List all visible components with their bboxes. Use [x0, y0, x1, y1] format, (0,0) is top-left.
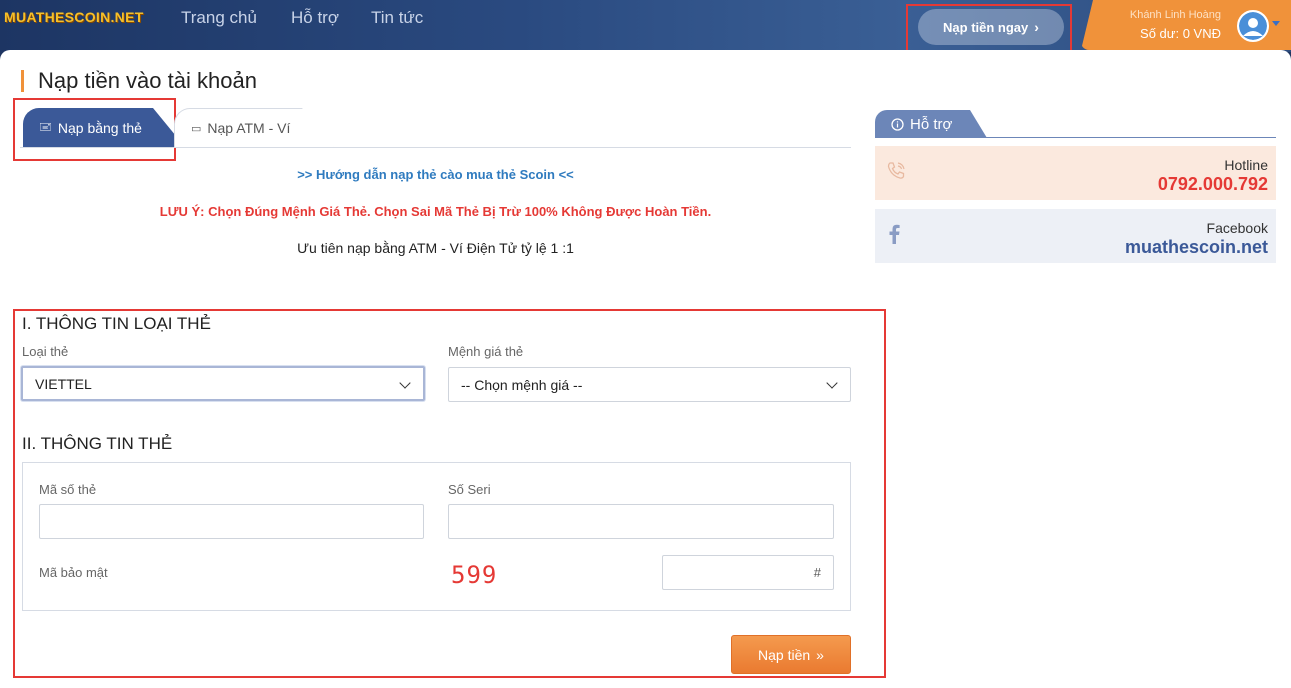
site-logo[interactable]: MUATHESCOIN.NET — [4, 9, 144, 25]
phone-icon — [887, 162, 905, 179]
facebook-link[interactable]: muathescoin.net — [1125, 237, 1268, 258]
nav-home[interactable]: Trang chủ — [181, 8, 257, 28]
captcha-placeholder: # — [813, 565, 821, 580]
deposit-now-label: Nạp tiền ngay — [943, 19, 1029, 35]
chevron-right-icon: › — [1034, 19, 1039, 35]
support-divider — [875, 137, 1276, 138]
facebook-icon — [889, 224, 900, 244]
facebook-label: Facebook — [1206, 220, 1268, 236]
user-balance: Số dư: 0 VNĐ — [1140, 26, 1221, 41]
caret-down-icon[interactable] — [1272, 21, 1280, 26]
submit-label: Nạp tiền — [758, 646, 811, 663]
card-type-value: VIETTEL — [35, 375, 92, 392]
tab-divider — [20, 147, 851, 148]
user-name: Khánh Linh Hoàng — [1129, 9, 1221, 21]
tab-highlight — [13, 98, 176, 161]
facebook-card[interactable]: Facebook muathescoin.net — [875, 209, 1276, 263]
card-code-input[interactable] — [39, 504, 424, 539]
denomination-label: Mệnh giá thẻ — [448, 344, 524, 359]
section-card-info-title: II. THÔNG TIN THẺ — [22, 434, 173, 453]
card-type-select[interactable]: VIETTEL — [21, 366, 425, 401]
user-avatar-icon — [1239, 12, 1267, 40]
tab-atm-deposit[interactable]: ▭ Nạp ATM - Ví — [174, 108, 334, 147]
submit-deposit-button[interactable]: Nạp tiền » — [731, 635, 851, 674]
section-card-type-title: I. THÔNG TIN LOẠI THẺ — [22, 314, 211, 333]
serial-label: Số Seri — [448, 482, 491, 497]
deposit-now-button[interactable]: Nạp tiền ngay › — [918, 9, 1064, 45]
double-chevron-right-icon: » — [816, 646, 824, 663]
nav-support[interactable]: Hỗ trợ — [291, 8, 339, 28]
chevron-down-icon — [399, 377, 411, 389]
support-tab[interactable]: Hỗ trợ — [875, 110, 987, 138]
support-tab-label: Hỗ trợ — [910, 115, 953, 133]
denomination-value: -- Chọn mệnh giá -- — [461, 376, 583, 393]
tab-atm-label: Nạp ATM - Ví — [207, 120, 291, 136]
security-code-label: Mã bảo mật — [39, 565, 108, 580]
card-code-label: Mã số thẻ — [39, 482, 97, 497]
captcha-image: 599 — [451, 561, 498, 589]
hotline-card[interactable]: Hotline 0792.000.792 — [875, 146, 1276, 200]
nav-news[interactable]: Tin tức — [371, 8, 423, 28]
chevron-down-icon — [826, 377, 838, 389]
avatar[interactable] — [1237, 10, 1269, 42]
card-type-label: Loại thẻ — [22, 344, 69, 359]
atm-icon: ▭ — [191, 122, 202, 135]
denomination-select[interactable]: -- Chọn mệnh giá -- — [448, 367, 851, 402]
priority-note: Ưu tiên nạp bằng ATM - Ví Điện Tử tỷ lệ … — [297, 240, 574, 256]
main-panel: Nạp tiền vào tài khoản 🖃 Nạp bằng thẻ ▭ … — [0, 50, 1291, 688]
captcha-input[interactable]: # — [662, 555, 834, 590]
info-icon — [891, 117, 904, 131]
guide-link[interactable]: >> Hướng dẫn nạp thẻ cào mua thẻ Scoin <… — [20, 167, 851, 182]
serial-input[interactable] — [448, 504, 834, 539]
page-title: Nạp tiền vào tài khoản — [21, 70, 257, 92]
hotline-label: Hotline — [1224, 157, 1268, 173]
warning-note: LƯU Ý: Chọn Đúng Mệnh Giá Thẻ. Chọn Sai … — [159, 204, 712, 219]
hotline-number: 0792.000.792 — [1157, 174, 1268, 194]
